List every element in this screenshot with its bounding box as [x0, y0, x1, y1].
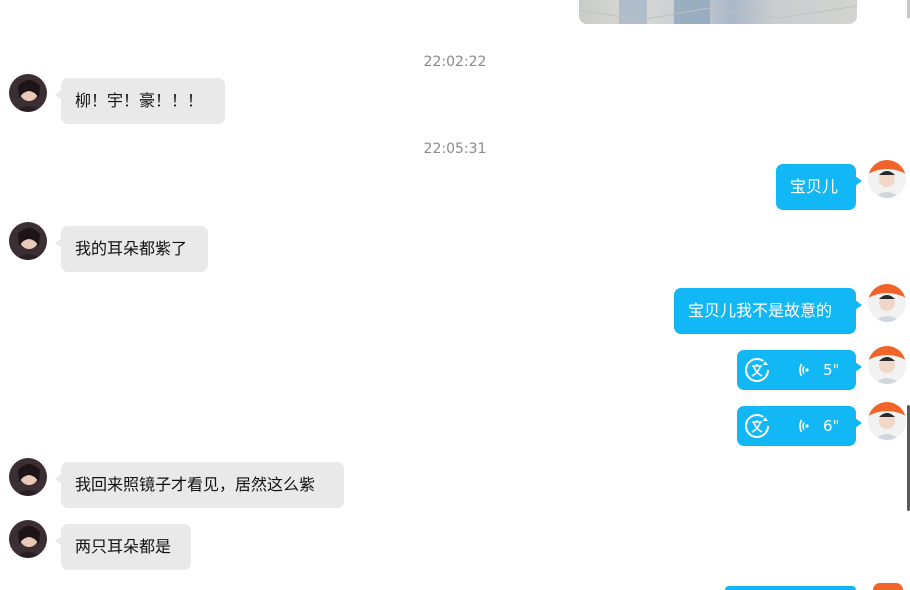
photo-image [579, 0, 857, 24]
contact-avatar[interactable] [9, 222, 47, 260]
voice-message[interactable]: 6" [737, 406, 862, 446]
voice-message[interactable]: 5" [737, 350, 862, 390]
contact-avatar[interactable] [9, 458, 47, 496]
self-avatar[interactable] [868, 160, 906, 198]
message-bubble-incoming[interactable]: 我回来照镜子才看见，居然这么紫 [55, 462, 344, 508]
timestamp: 22:02:22 [423, 54, 487, 70]
message-bubble-incoming[interactable]: 两只耳朵都是 [55, 524, 191, 570]
photo-message[interactable] [579, 0, 857, 24]
contact-avatar[interactable] [9, 520, 47, 558]
self-avatar[interactable] [873, 583, 903, 590]
voice-wave-icon [799, 363, 809, 377]
translate-icon[interactable] [743, 356, 771, 384]
message-bubble-outgoing[interactable] [725, 586, 856, 590]
voice-duration: 5" [823, 361, 840, 379]
contact-avatar[interactable] [9, 74, 47, 112]
voice-wave-icon [799, 419, 809, 433]
message-bubble-incoming[interactable]: 柳！宇！豪！！！ [55, 78, 225, 124]
message-bubble-incoming[interactable]: 我的耳朵都紫了 [55, 226, 208, 272]
message-bubble-outgoing[interactable]: 宝贝儿 [776, 164, 862, 210]
self-avatar[interactable] [868, 284, 906, 322]
translate-icon[interactable] [743, 412, 771, 440]
timestamp: 22:05:31 [423, 141, 487, 157]
voice-duration: 6" [823, 417, 840, 435]
self-avatar[interactable] [868, 346, 906, 384]
self-avatar[interactable] [868, 402, 906, 440]
message-bubble-outgoing[interactable]: 宝贝儿我不是故意的 [674, 288, 862, 334]
